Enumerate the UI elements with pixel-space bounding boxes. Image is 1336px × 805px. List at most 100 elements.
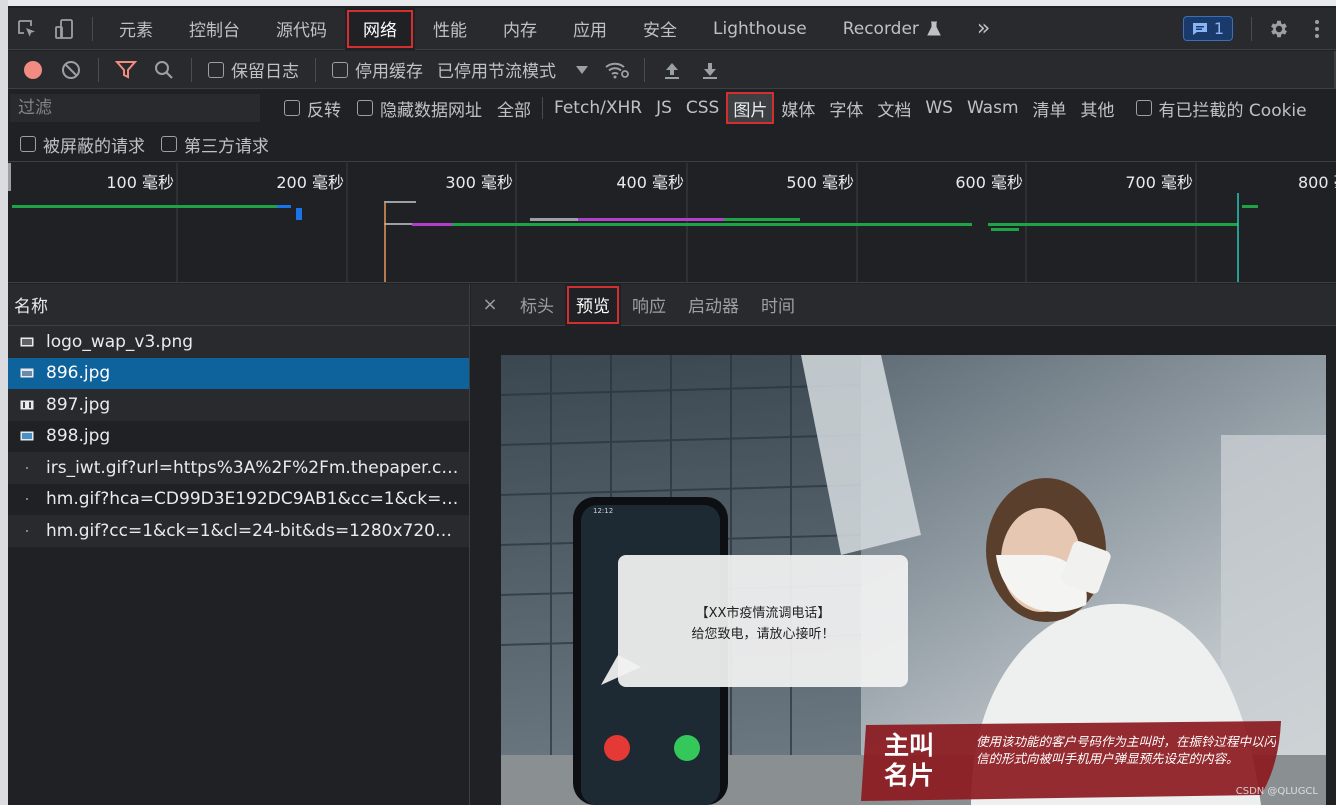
request-bar bbox=[384, 223, 412, 225]
tab-network[interactable]: 网络 bbox=[345, 7, 415, 50]
network-toolbar: 保留日志 停用缓存 已停用节流模式 bbox=[8, 50, 1336, 89]
request-bar bbox=[452, 223, 972, 226]
image-icon bbox=[20, 368, 34, 378]
tab-recorder-label: Recorder bbox=[842, 18, 919, 39]
request-row[interactable]: logo_wap_v3.png bbox=[8, 326, 469, 358]
request-row-selected[interactable]: 896.jpg bbox=[8, 357, 469, 389]
tick-300ms: 300 毫秒 bbox=[445, 173, 513, 192]
request-row[interactable]: irs_iwt.gif?url=https%3A%2F%2Fm.thepaper… bbox=[8, 452, 469, 484]
request-name: irs_iwt.gif?url=https%3A%2F%2Fm.thepaper… bbox=[46, 457, 461, 478]
request-name: 898.jpg bbox=[46, 426, 111, 447]
filter-type-doc[interactable]: 文档 bbox=[870, 92, 918, 124]
tab-application[interactable]: 应用 bbox=[555, 8, 625, 50]
filter-icon[interactable] bbox=[107, 51, 145, 89]
device-toggle-icon[interactable] bbox=[46, 8, 84, 50]
filter-type-media[interactable]: 媒体 bbox=[774, 92, 822, 124]
third-party-label: 第三方请求 bbox=[184, 136, 269, 157]
kebab-menu-icon[interactable] bbox=[1298, 8, 1336, 50]
blocked-cookies-label: 有已拦截的 Cookie bbox=[1158, 100, 1307, 121]
tab-initiator[interactable]: 启动器 bbox=[677, 284, 750, 326]
tick-700ms: 700 毫秒 bbox=[1125, 173, 1193, 192]
third-party-checkbox[interactable]: 第三方请求 bbox=[161, 132, 269, 157]
dot-icon bbox=[20, 494, 34, 504]
close-icon[interactable]: × bbox=[471, 294, 509, 315]
notification-body: 给您致电，请放心接听！ bbox=[691, 626, 834, 642]
issues-badge[interactable]: 1 bbox=[1182, 16, 1233, 41]
filter-type-js[interactable]: JS bbox=[649, 92, 679, 124]
checkbox-box bbox=[284, 100, 300, 116]
request-bar bbox=[384, 201, 416, 203]
network-overview-timeline[interactable]: 100 毫秒 200 毫秒 300 毫秒 400 毫秒 500 毫秒 600 毫… bbox=[8, 163, 1336, 283]
filter-input[interactable] bbox=[10, 94, 260, 122]
request-bar bbox=[988, 223, 1238, 226]
disable-cache-checkbox[interactable]: 停用缓存 bbox=[332, 57, 423, 82]
filter-type-css[interactable]: CSS bbox=[679, 92, 726, 124]
tab-lighthouse[interactable]: Lighthouse bbox=[695, 8, 825, 50]
overview-handle[interactable] bbox=[8, 163, 11, 191]
top-border bbox=[8, 0, 1336, 6]
blocked-requests-checkbox[interactable]: 被屏蔽的请求 bbox=[20, 132, 145, 157]
filter-type-wasm[interactable]: Wasm bbox=[960, 92, 1026, 124]
notification-title: 【XX市疫情流调电话】 bbox=[696, 605, 831, 621]
tab-memory[interactable]: 内存 bbox=[485, 8, 555, 50]
record-icon[interactable] bbox=[14, 51, 52, 89]
banner-title-2: 名片 bbox=[884, 761, 934, 790]
request-bar bbox=[530, 218, 578, 221]
image-icon bbox=[20, 431, 34, 441]
filter-type-all[interactable]: 全部 bbox=[490, 92, 538, 124]
dot-icon bbox=[20, 463, 34, 473]
caller-card-banner: 主叫 名片 使用该功能的客户号码作为主叫时，在振铃过程中以闪信的形式向被叫手机用… bbox=[861, 721, 1281, 801]
settings-gear-icon[interactable] bbox=[1260, 8, 1298, 50]
throttling-value: 已停用节流模式 bbox=[437, 62, 556, 82]
column-header-name[interactable]: 名称 bbox=[8, 284, 469, 326]
left-window-edge bbox=[0, 0, 8, 805]
network-conditions-icon[interactable] bbox=[598, 51, 636, 89]
tab-timing[interactable]: 时间 bbox=[750, 284, 806, 326]
request-row[interactable]: 898.jpg bbox=[8, 421, 469, 453]
clear-icon[interactable] bbox=[52, 51, 90, 89]
tab-console[interactable]: 控制台 bbox=[171, 8, 258, 50]
tab-performance[interactable]: 性能 bbox=[415, 8, 485, 50]
accept-call-icon bbox=[674, 735, 700, 761]
search-icon[interactable] bbox=[145, 51, 183, 89]
tab-elements[interactable]: 元素 bbox=[101, 8, 171, 50]
request-row[interactable]: hm.gif?hca=CD99D3E192DC9AB1&cc=1&ck=1&cl… bbox=[8, 484, 469, 516]
filter-type-fetch-xhr[interactable]: Fetch/XHR bbox=[547, 92, 649, 124]
request-row[interactable]: 897.jpg bbox=[8, 389, 469, 421]
more-tabs-button[interactable]: » bbox=[959, 8, 1008, 50]
devtools-window: 元素 控制台 源代码 网络 性能 内存 应用 安全 Lighthouse Rec… bbox=[8, 0, 1336, 805]
checkbox-box bbox=[20, 136, 36, 152]
filter-type-other[interactable]: 其他 bbox=[1074, 92, 1122, 124]
request-bar bbox=[1242, 205, 1258, 208]
invert-checkbox[interactable]: 反转 bbox=[284, 96, 341, 121]
dot-icon bbox=[20, 526, 34, 536]
checkbox-box bbox=[332, 61, 348, 78]
throttling-select[interactable]: 已停用节流模式 bbox=[437, 57, 588, 82]
divider bbox=[315, 57, 316, 82]
tab-security[interactable]: 安全 bbox=[625, 8, 695, 50]
import-har-icon[interactable] bbox=[653, 51, 691, 89]
divider bbox=[644, 57, 645, 82]
tab-sources[interactable]: 源代码 bbox=[258, 8, 345, 50]
filter-type-ws[interactable]: WS bbox=[918, 92, 960, 124]
tab-response[interactable]: 响应 bbox=[621, 284, 677, 326]
decline-call-icon bbox=[604, 735, 630, 761]
tab-preview[interactable]: 预览 bbox=[565, 283, 621, 326]
hide-data-urls-checkbox[interactable]: 隐藏数据网址 bbox=[357, 96, 482, 121]
filter-type-manifest[interactable]: 清单 bbox=[1026, 92, 1074, 124]
checkbox-box bbox=[357, 100, 373, 116]
preserve-log-checkbox[interactable]: 保留日志 bbox=[208, 57, 299, 82]
request-name: logo_wap_v3.png bbox=[46, 331, 194, 352]
export-har-icon[interactable] bbox=[691, 51, 729, 89]
request-row[interactable]: hm.gif?cc=1&ck=1&cl=24-bit&ds=1280x720&v… bbox=[8, 515, 469, 547]
filter-type-font[interactable]: 字体 bbox=[822, 92, 870, 124]
request-name: 897.jpg bbox=[46, 394, 111, 415]
banner-title-1: 主叫 bbox=[884, 731, 934, 760]
checkbox-box bbox=[208, 61, 224, 78]
tab-headers[interactable]: 标头 bbox=[509, 284, 565, 326]
detail-tabs: × 标头 预览 响应 启动器 时间 bbox=[471, 283, 1336, 326]
filter-type-img[interactable]: 图片 bbox=[726, 92, 775, 124]
blocked-cookies-checkbox[interactable]: 有已拦截的 Cookie bbox=[1135, 96, 1307, 121]
tab-recorder[interactable]: Recorder bbox=[825, 8, 959, 50]
inspect-element-icon[interactable] bbox=[8, 8, 46, 50]
